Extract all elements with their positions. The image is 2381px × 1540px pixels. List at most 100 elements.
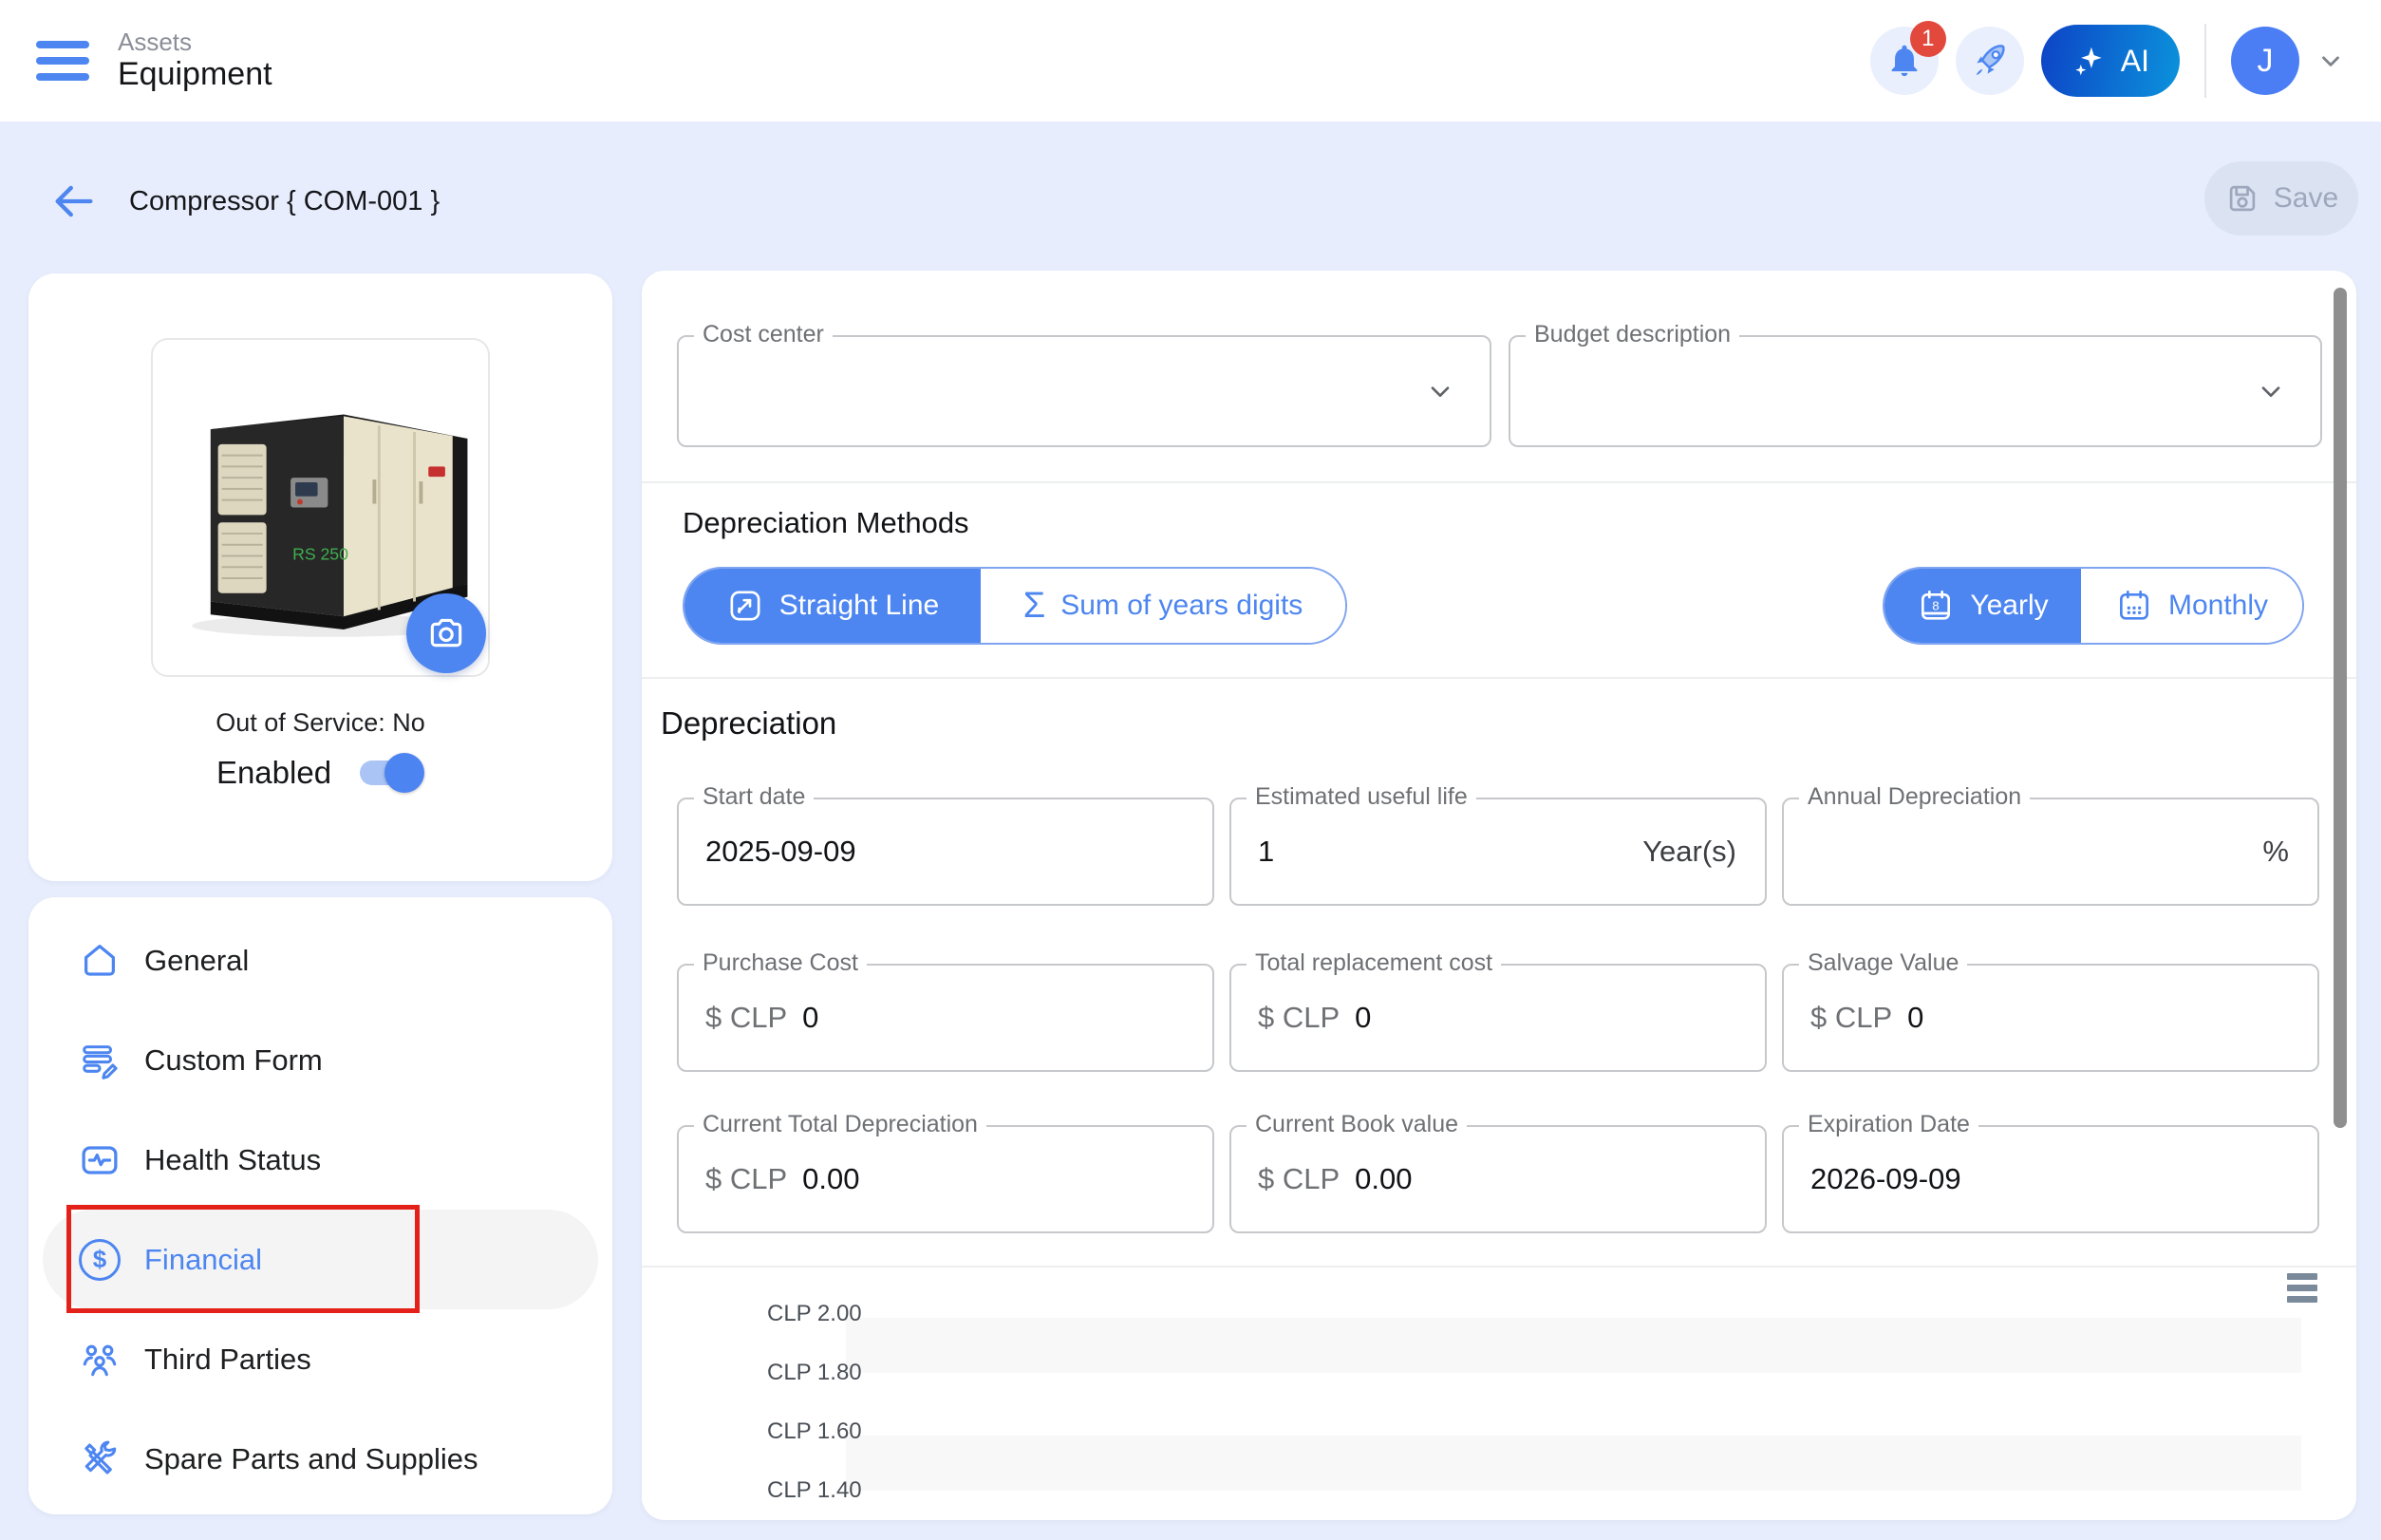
sidebar-item-label: Custom Form (144, 1043, 323, 1078)
expiration-date-field[interactable]: Expiration Date 2026-09-09 (1782, 1125, 2319, 1233)
avatar[interactable]: J (2231, 27, 2299, 95)
currency-prefix: $ CLP (705, 1001, 787, 1035)
ai-button[interactable]: AI (2041, 25, 2180, 97)
chart-ytick: CLP 1.80 (767, 1360, 862, 1386)
current-book-value-field[interactable]: Current Book value $ CLP 0.00 (1229, 1125, 1767, 1233)
divider (642, 481, 2356, 483)
divider (642, 1266, 2356, 1268)
sidebar-item-general[interactable]: General (28, 911, 612, 1010)
sidebar-item-health-status[interactable]: Health Status (28, 1110, 612, 1210)
chevron-down-icon (2256, 376, 2286, 406)
chart-ytick: CLP 1.40 (767, 1477, 862, 1504)
sidebar-item-label: Spare Parts and Supplies (144, 1442, 478, 1476)
page-heading: Assets Equipment (118, 28, 272, 94)
toggle-thumb (384, 753, 424, 793)
trend-chart-icon (726, 587, 764, 625)
rocket-icon (1970, 41, 2010, 81)
field-suffix: Year(s) (1642, 835, 1736, 869)
rocket-button[interactable] (1956, 27, 2024, 95)
cost-center-select[interactable]: Cost center (677, 335, 1491, 447)
period-yearly-button[interactable]: 8 Yearly (1884, 569, 2081, 643)
method-sum-of-years-button[interactable]: Σ Sum of years digits (981, 569, 1345, 643)
people-icon (78, 1338, 122, 1381)
sidebar-item-label: Third Parties (144, 1343, 311, 1377)
calendar-month-icon (2115, 587, 2153, 625)
field-label: Purchase Cost (694, 949, 867, 977)
salvage-value-field[interactable]: Salvage Value $ CLP 0 (1782, 964, 2319, 1072)
method-label: Straight Line (779, 590, 939, 622)
top-bar: Assets Equipment 1 (0, 0, 2381, 122)
tools-icon (78, 1437, 122, 1481)
app-screen: Assets Equipment 1 (0, 0, 2381, 1540)
notifications-button[interactable]: 1 (1870, 27, 1939, 95)
field-label: Expiration Date (1799, 1111, 1978, 1138)
out-of-service-status: Out of Service: No (28, 708, 612, 738)
chart-ytick: CLP 1.60 (767, 1418, 862, 1445)
top-bar-actions: 1 AI J (1870, 24, 2345, 98)
sidebar-item-spare-parts[interactable]: Spare Parts and Supplies (28, 1409, 612, 1509)
sidebar-item-label: Health Status (144, 1143, 321, 1177)
period-label: Yearly (1970, 590, 2048, 622)
depreciation-methods-title: Depreciation Methods (683, 506, 969, 540)
period-toggle: 8 Yearly Monthly (1883, 567, 2304, 645)
field-label: Current Total Depreciation (694, 1111, 986, 1138)
field-label: Start date (694, 783, 814, 811)
field-suffix: % (2262, 835, 2289, 869)
change-photo-button[interactable] (406, 593, 486, 673)
field-value: 0.00 (802, 1162, 859, 1196)
field-value: 0 (802, 1001, 818, 1035)
enabled-label: Enabled (216, 755, 331, 791)
financial-panel: Cost center Budget description Depreciat… (642, 271, 2356, 1520)
current-total-depreciation-field[interactable]: Current Total Depreciation $ CLP 0.00 (677, 1125, 1214, 1233)
start-date-field[interactable]: Start date 2025-09-09 (677, 798, 1214, 906)
scrollbar[interactable] (2334, 288, 2347, 1128)
avatar-initial: J (2258, 43, 2274, 80)
field-label: Annual Depreciation (1799, 783, 2030, 811)
header-divider (2204, 24, 2206, 98)
model-label: RS 250 (292, 544, 348, 563)
depreciation-method-toggle: Straight Line Σ Sum of years digits (683, 567, 1347, 645)
period-label: Monthly (2168, 590, 2268, 622)
page-title: Equipment (118, 56, 272, 93)
asset-sections-menu: General Custom Form Health Status (28, 897, 612, 1514)
chevron-down-icon (2316, 47, 2345, 75)
asset-photo-frame: RS 250 (151, 338, 490, 677)
sidebar-item-third-parties[interactable]: Third Parties (28, 1309, 612, 1409)
budget-description-select[interactable]: Budget description (1509, 335, 2322, 447)
field-label: Estimated useful life (1247, 783, 1476, 811)
notification-badge: 1 (1910, 21, 1946, 57)
chart-menu-icon[interactable] (2287, 1273, 2319, 1303)
currency-prefix: $ CLP (705, 1162, 787, 1196)
field-value: 2025-09-09 (705, 835, 856, 869)
annotation-red-box (66, 1205, 420, 1313)
purchase-cost-field[interactable]: Purchase Cost $ CLP 0 (677, 964, 1214, 1072)
save-button-label: Save (2274, 182, 2338, 215)
sigma-icon: Σ (1023, 588, 1046, 624)
budget-description-label: Budget description (1526, 321, 1739, 348)
sidebar-item-custom-form[interactable]: Custom Form (28, 1010, 612, 1110)
save-button[interactable]: Save (2204, 161, 2358, 235)
back-arrow-icon (49, 177, 99, 226)
enabled-row: Enabled (28, 753, 612, 793)
annual-depreciation-field[interactable]: Annual Depreciation % (1782, 798, 2319, 906)
form-icon (78, 1039, 122, 1082)
field-value: 2026-09-09 (1810, 1162, 1961, 1196)
chart-band (846, 1318, 2301, 1373)
asset-photo-card: RS 250 Out of Service: No Enabled (28, 273, 612, 881)
field-label: Salvage Value (1799, 949, 1967, 977)
field-label: Current Book value (1247, 1111, 1467, 1138)
avatar-menu-button[interactable] (2316, 47, 2345, 75)
back-button[interactable] (49, 177, 99, 226)
period-monthly-button[interactable]: Monthly (2081, 569, 2302, 643)
total-replacement-cost-field[interactable]: Total replacement cost $ CLP 0 (1229, 964, 1767, 1072)
field-value: 0.00 (1355, 1162, 1412, 1196)
menu-icon[interactable] (36, 39, 91, 83)
home-icon (78, 939, 122, 983)
health-icon (78, 1138, 122, 1182)
useful-life-field[interactable]: Estimated useful life 1 Year(s) (1229, 798, 1767, 906)
field-value: 0 (1907, 1001, 1923, 1035)
method-straight-line-button[interactable]: Straight Line (684, 569, 981, 643)
chart-band (846, 1436, 2301, 1491)
enabled-toggle[interactable] (360, 753, 424, 793)
field-value: 1 (1258, 835, 1274, 869)
